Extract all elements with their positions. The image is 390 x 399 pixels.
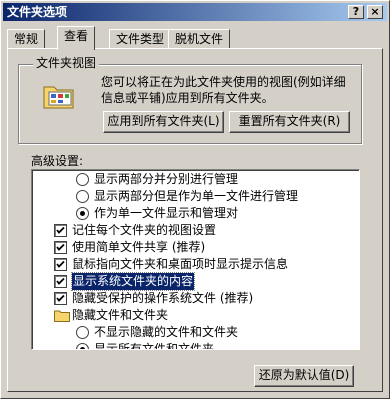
- settings-item-label: 不显示隐藏的文件和文件夹: [94, 325, 239, 339]
- settings-item-label: 使用简单文件共享 (推荐): [72, 240, 206, 254]
- settings-item[interactable]: 鼠标指向文件夹和桌面项时显示提示信息: [32, 256, 342, 273]
- settings-item-label: 鼠标指向文件夹和桌面项时显示提示信息: [72, 257, 289, 271]
- title-bar: 文件夹选项 ? ×: [3, 3, 387, 21]
- settings-item-label: 显示两部分但是作为单一文件进行管理: [94, 189, 299, 203]
- settings-item[interactable]: 显示系统文件夹的内容: [32, 272, 342, 291]
- checkbox-checked-icon[interactable]: [54, 224, 67, 237]
- tab-offline-files[interactable]: 脱机文件: [168, 29, 231, 49]
- apply-to-all-folders-button[interactable]: 应用到所有文件夹(L): [103, 111, 224, 133]
- folder-view-icon: [43, 86, 74, 109]
- settings-item[interactable]: 隐藏受保护的操作系统文件 (推荐): [32, 290, 342, 307]
- settings-item[interactable]: 记住每个文件夹的视图设置: [32, 222, 342, 239]
- radio-selected-icon[interactable]: [76, 343, 89, 349]
- settings-item-label: 记住每个文件夹的视图设置: [72, 223, 217, 237]
- settings-item[interactable]: 显示两部分并分别进行管理: [32, 171, 342, 188]
- radio-icon[interactable]: [76, 190, 89, 203]
- radio-icon[interactable]: [76, 326, 89, 339]
- help-button[interactable]: ?: [348, 5, 364, 19]
- advanced-settings-list[interactable]: 显示两部分并分别进行管理显示两部分但是作为单一文件进行管理 作为单一文件显示和管理…: [31, 169, 360, 350]
- settings-item[interactable]: 使用简单文件共享 (推荐): [32, 239, 342, 256]
- settings-item[interactable]: 显示两部分但是作为单一文件进行管理: [32, 188, 342, 205]
- tab-general[interactable]: 常规: [7, 29, 46, 49]
- settings-item[interactable]: 显示所有文件和文件夹: [32, 341, 342, 350]
- settings-item-label: 隐藏受保护的操作系统文件 (推荐): [72, 291, 254, 305]
- settings-item[interactable]: 作为单一文件显示和管理对: [32, 205, 342, 222]
- radio-icon[interactable]: [76, 173, 89, 186]
- checkbox-checked-icon[interactable]: [54, 258, 67, 271]
- folder-views-legend: 文件夹视图: [33, 56, 100, 70]
- window-title: 文件夹选项: [7, 5, 68, 19]
- settings-item-label: 隐藏文件和文件夹: [72, 308, 169, 322]
- advanced-settings-label: 高级设置:: [31, 154, 84, 168]
- settings-item-label: 作为单一文件显示和管理对: [94, 206, 239, 220]
- folder-options-dialog: 文件夹选项 ? × 常规 查看 文件类型 脱机文件 文件夹视图 您可以将正在为此…: [0, 0, 390, 399]
- reset-all-folders-button[interactable]: 重置所有文件夹(R): [229, 111, 350, 133]
- settings-item-label: 显示两部分并分别进行管理: [94, 172, 239, 186]
- settings-item[interactable]: 不显示隐藏的文件和文件夹: [32, 324, 342, 341]
- radio-selected-icon[interactable]: [76, 207, 89, 220]
- folder-views-description: 您可以将正在为此文件夹使用的视图(例如详细信息或平铺)应用到所有文件夹。: [101, 75, 346, 105]
- restore-defaults-button[interactable]: 还原为默认值(D): [254, 365, 354, 387]
- checkbox-checked-icon[interactable]: [54, 241, 67, 254]
- close-button[interactable]: ×: [367, 5, 383, 19]
- tab-file-types[interactable]: 文件类型: [109, 29, 172, 49]
- folder-icon: [54, 309, 70, 322]
- tab-view[interactable]: 查看: [57, 26, 96, 50]
- settings-item-label: 显示系统文件夹的内容: [70, 272, 196, 291]
- checkbox-checked-icon[interactable]: [54, 292, 67, 305]
- checkbox-checked-icon[interactable]: [54, 275, 67, 288]
- settings-item-label: 显示所有文件和文件夹: [94, 342, 215, 350]
- settings-item[interactable]: 隐藏文件和文件夹: [32, 307, 342, 324]
